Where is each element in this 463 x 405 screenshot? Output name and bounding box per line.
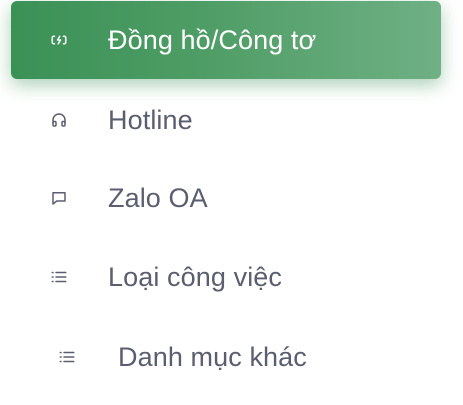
sidebar-item-danh-muc-khac[interactable]: Danh mục khác — [11, 327, 441, 387]
list-icon — [49, 267, 69, 287]
sidebar-item-loai-cong-viec[interactable]: Loại công việc — [11, 247, 441, 307]
chat-icon — [49, 188, 69, 208]
sidebar-menu: Đồng hồ/Công tơ Hotline Zalo OA Loại côn… — [0, 0, 463, 405]
sidebar-item-label: Zalo OA — [108, 182, 208, 213]
sidebar-item-zalo-oa[interactable]: Zalo OA — [11, 168, 441, 228]
sidebar-item-label: Loại công việc — [108, 261, 283, 292]
sidebar-item-label: Danh mục khác — [118, 341, 307, 372]
list-icon — [57, 347, 77, 367]
sidebar-item-hotline[interactable]: Hotline — [11, 90, 441, 150]
headphones-icon — [49, 110, 69, 130]
meter-icon — [49, 30, 69, 50]
sidebar-item-label: Hotline — [108, 104, 193, 135]
sidebar-item-label: Đồng hồ/Công tơ — [108, 24, 317, 55]
sidebar-item-dong-ho-cong-to[interactable]: Đồng hồ/Công tơ — [11, 1, 441, 79]
